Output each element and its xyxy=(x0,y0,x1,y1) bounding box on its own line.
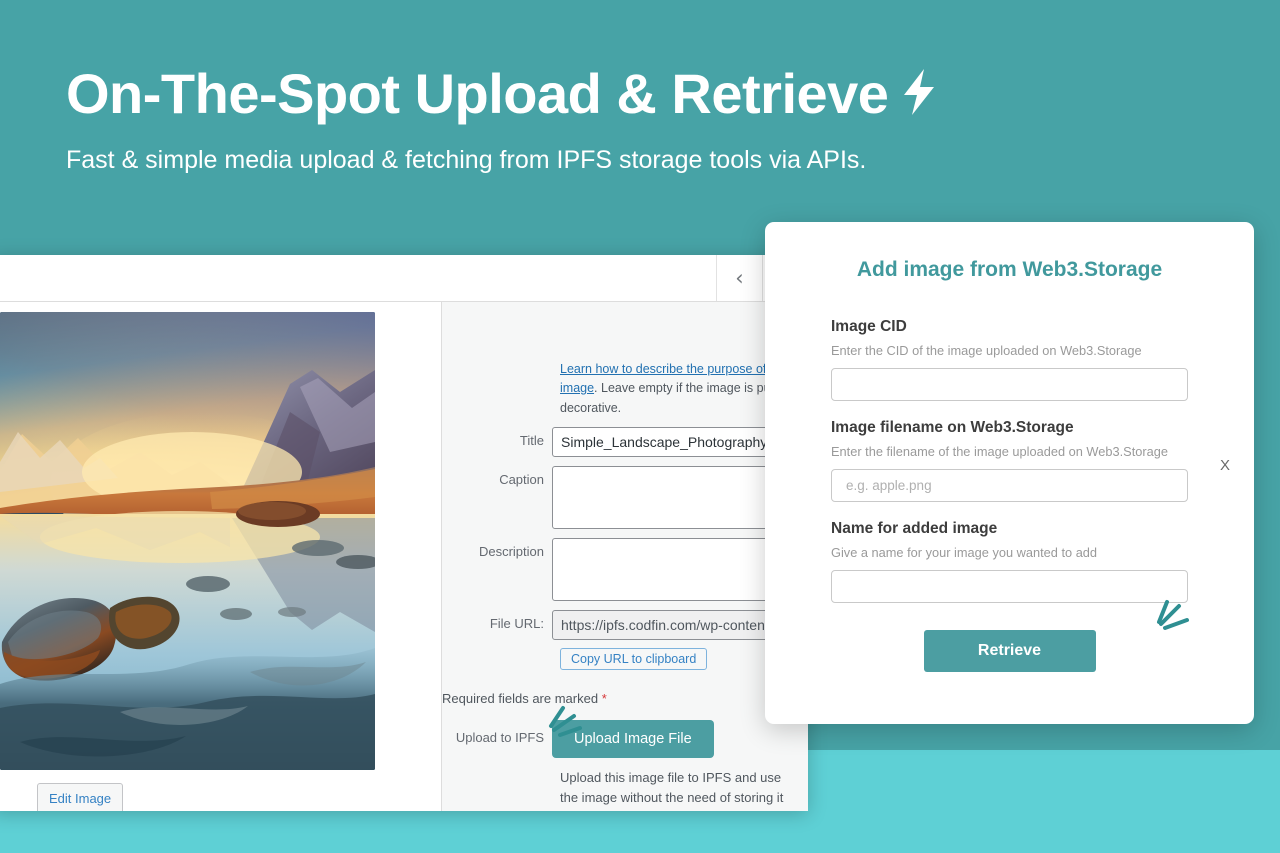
web3-modal-title: Add image from Web3.Storage xyxy=(856,258,1163,281)
required-fields-note: Required fields are marked * xyxy=(442,691,792,706)
required-asterisk: * xyxy=(601,691,607,707)
caption-field-row: Caption xyxy=(442,466,792,530)
image-filename-input[interactable] xyxy=(831,469,1188,502)
sparkle-icon xyxy=(1153,598,1205,649)
file-url-field-row: File URL: https://ipfs.codfin.com/wp-con… xyxy=(442,610,792,641)
page-title: On-The-Spot Upload & Retrieve xyxy=(66,62,940,130)
upload-to-ipfs-description: Upload this image file to IPFS and use t… xyxy=(560,770,784,811)
title-input[interactable]: Simple_Landscape_Photography_ xyxy=(552,427,792,458)
attachment-preview-image xyxy=(0,312,375,770)
title-field-row: Title Simple_Landscape_Photography_ xyxy=(442,427,792,458)
web3-storage-modal: X Add image from Web3.Storage Image CID … xyxy=(765,222,1254,724)
image-name-label: Name for added image xyxy=(831,520,998,537)
image-filename-label: Image filename on Web3.Storage xyxy=(831,419,1074,436)
description-field-row: Description xyxy=(442,538,792,602)
image-filename-group: Image filename on Web3.Storage Enter the… xyxy=(831,419,1188,502)
image-name-group: Name for added image Give a name for you… xyxy=(831,520,1188,603)
description-label: Description xyxy=(478,544,544,560)
title-label: Title xyxy=(519,433,544,449)
page-subtitle: Fast & simple media upload & fetching fr… xyxy=(66,146,867,174)
image-filename-hint: Enter the filename of the image uploaded… xyxy=(831,444,1168,459)
caption-label: Caption xyxy=(499,472,544,488)
upload-to-ipfs-row: Upload to IPFS Upload Image File xyxy=(442,706,792,759)
copy-url-button[interactable]: Copy URL to clipboard xyxy=(560,648,708,671)
edit-image-button[interactable]: Edit Image xyxy=(37,783,124,811)
description-textarea[interactable] xyxy=(552,538,792,602)
media-preview-pane: Edit Image xyxy=(0,302,441,811)
media-modal-body: Edit Image Learn how to describe the pur… xyxy=(0,302,808,811)
lightning-bolt-icon xyxy=(898,66,940,130)
image-name-hint: Give a name for your image you wanted to… xyxy=(831,545,1098,560)
page-title-text: On-The-Spot Upload & Retrieve xyxy=(66,62,889,125)
image-cid-group: Image CID Enter the CID of the image upl… xyxy=(831,318,1188,401)
close-icon[interactable]: X xyxy=(1214,453,1236,478)
wordpress-media-modal: ‹ › xyxy=(0,255,808,811)
image-cid-label: Image CID xyxy=(831,318,907,335)
caption-textarea[interactable] xyxy=(552,466,792,530)
file-url-label: File URL: xyxy=(489,616,544,632)
retrieve-button-wrap: Retrieve xyxy=(831,600,1189,672)
media-modal-header: ‹ › xyxy=(0,255,808,302)
file-url-input[interactable]: https://ipfs.codfin.com/wp-content xyxy=(552,610,792,641)
alt-text-help: Learn how to describe the purpose of the… xyxy=(560,316,792,418)
upload-image-file-button[interactable]: Upload Image File xyxy=(552,720,714,759)
upload-to-ipfs-label: Upload to IPFS xyxy=(455,730,544,746)
retrieve-button[interactable]: Retrieve xyxy=(923,630,1096,672)
image-cid-input[interactable] xyxy=(831,368,1188,401)
image-cid-hint: Enter the CID of the image uploaded on W… xyxy=(831,343,1142,358)
image-name-input[interactable] xyxy=(831,570,1188,603)
previous-media-button[interactable]: ‹ xyxy=(716,255,762,301)
attachment-details-pane: Learn how to describe the purpose of the… xyxy=(441,302,808,811)
alt-text-help-rest: . Leave empty if the image is purely dec… xyxy=(560,381,791,415)
required-fields-text: Required fields are marked xyxy=(442,691,602,707)
